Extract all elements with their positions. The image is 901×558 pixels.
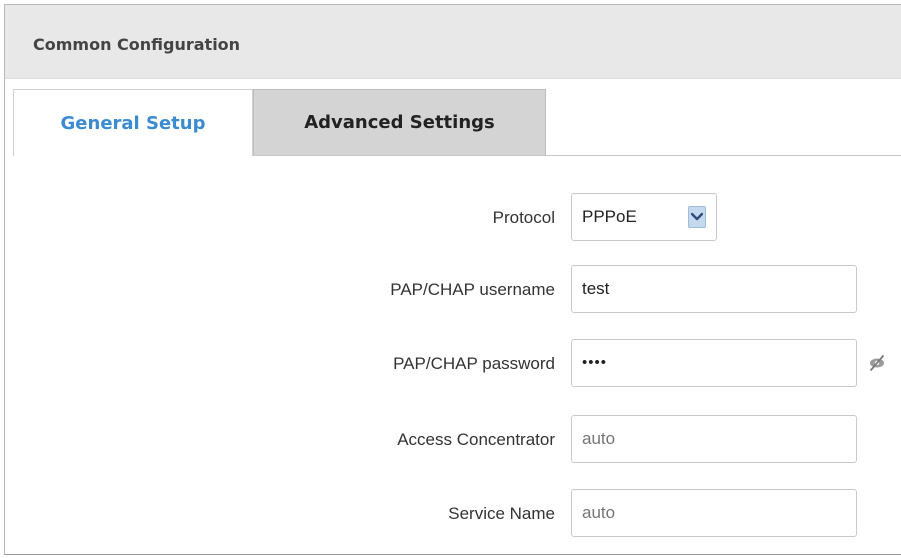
password-input[interactable]: ••••: [571, 339, 857, 387]
protocol-select[interactable]: PPPoE: [571, 193, 717, 241]
tab-advanced-settings[interactable]: Advanced Settings: [253, 89, 546, 155]
access-concentrator-row: Access Concentrator: [5, 415, 901, 465]
username-label: PAP/CHAP username: [390, 280, 555, 299]
protocol-row: Protocol PPPoE: [5, 193, 901, 243]
access-concentrator-label: Access Concentrator: [397, 430, 555, 449]
access-concentrator-input[interactable]: [571, 415, 857, 463]
username-input[interactable]: [571, 265, 857, 313]
eye-off-icon[interactable]: [867, 353, 887, 373]
section-header: Common Configuration: [5, 5, 901, 79]
tab-bar: General Setup Advanced Settings: [13, 89, 901, 156]
section-title: Common Configuration: [33, 35, 241, 54]
service-name-row: Service Name: [5, 489, 901, 539]
protocol-select-value: PPPoE: [582, 207, 637, 226]
service-name-input[interactable]: [571, 489, 857, 537]
tab-general-setup[interactable]: General Setup: [13, 89, 253, 156]
protocol-label: Protocol: [492, 208, 555, 227]
password-label: PAP/CHAP password: [393, 354, 555, 373]
service-name-label: Service Name: [448, 504, 555, 523]
chevron-down-icon[interactable]: [688, 206, 706, 228]
password-row: PAP/CHAP password ••••: [5, 339, 901, 389]
configuration-panel: Common Configuration General Setup Advan…: [4, 4, 901, 555]
username-row: PAP/CHAP username: [5, 265, 901, 315]
